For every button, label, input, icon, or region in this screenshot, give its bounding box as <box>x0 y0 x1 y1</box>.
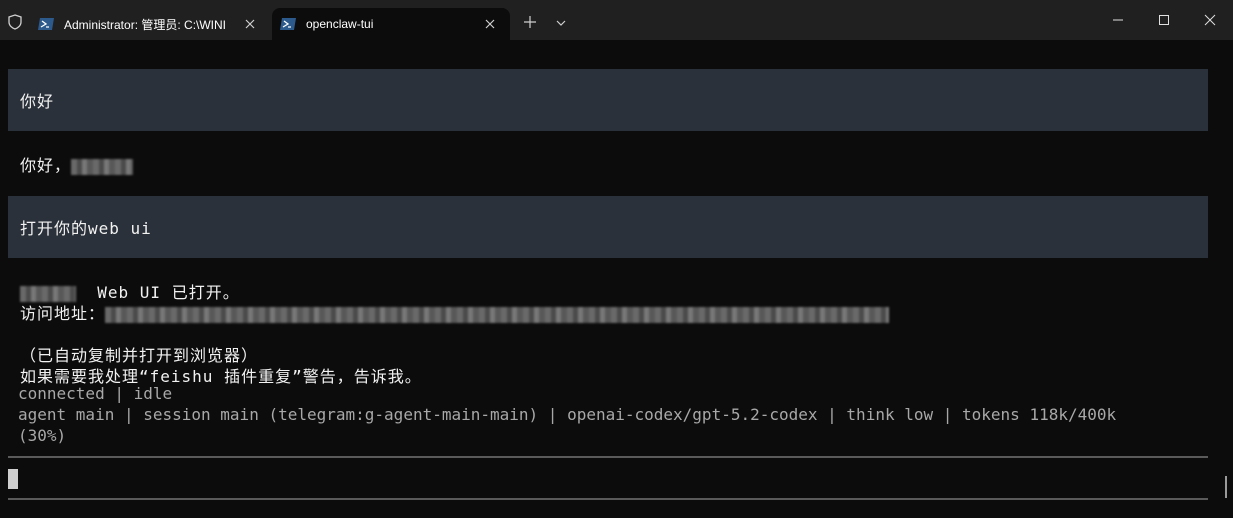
address-label: 访问地址： <box>20 304 106 323</box>
user-message: 你好 <box>8 69 1208 131</box>
chevron-down-icon[interactable] <box>554 16 568 30</box>
user-message-text: 打开你的web ui <box>20 219 152 238</box>
powershell-icon <box>38 18 54 30</box>
input-cursor[interactable] <box>8 469 18 489</box>
maximize-button[interactable] <box>1141 0 1187 40</box>
minimize-icon <box>1113 19 1123 21</box>
close-tab-icon[interactable] <box>482 16 498 32</box>
close-window-button[interactable] <box>1187 0 1233 40</box>
assistant-reply: 你好， <box>20 152 134 176</box>
close-icon <box>1204 14 1216 26</box>
shield-icon[interactable] <box>8 14 22 30</box>
close-tab-icon[interactable] <box>242 16 258 32</box>
tab-openclaw-tui[interactable]: openclaw-tui <box>272 8 510 40</box>
redacted-name <box>71 158 134 175</box>
input-divider-bottom <box>8 498 1208 500</box>
tab-administrator[interactable]: Administrator: 管理员: C:\WINI <box>30 8 270 40</box>
user-message: 打开你的web ui <box>8 196 1208 258</box>
connection-status: connected | idle <box>18 384 173 403</box>
user-message-text: 你好 <box>20 92 55 111</box>
tab-title: openclaw-tui <box>306 17 374 31</box>
title-bar: Administrator: 管理员: C:\WINI openclaw-tui <box>0 0 1233 40</box>
assistant-reply-text: 你好， <box>20 156 72 175</box>
minimize-button[interactable] <box>1095 0 1141 40</box>
assistant-reply-line: 访问地址： <box>20 300 890 324</box>
scrollbar-thumb[interactable] <box>1225 476 1227 498</box>
session-info: agent main | session main (telegram:g-ag… <box>18 405 1117 424</box>
context-usage: (30%) <box>18 426 67 445</box>
redacted-url <box>105 306 890 323</box>
tab-title: Administrator: 管理员: C:\WINI <box>64 17 227 32</box>
terminal-output[interactable]: 你好 你好， 打开你的web ui Web UI 已打开。 访问地址： （已自动… <box>0 40 1233 518</box>
input-divider-top <box>8 456 1208 458</box>
powershell-icon <box>280 18 296 30</box>
new-tab-plus-icon[interactable] <box>522 14 538 30</box>
maximize-icon <box>1159 15 1169 25</box>
